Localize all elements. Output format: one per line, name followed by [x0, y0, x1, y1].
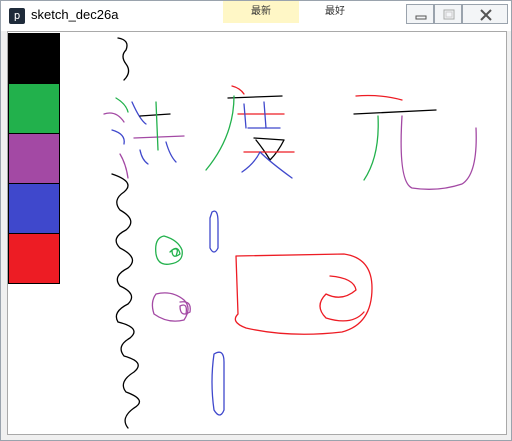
processing-app-icon: p: [9, 8, 25, 24]
stroke-purple: [103, 112, 125, 123]
stroke-black: [117, 37, 130, 81]
stroke-purple: [400, 115, 477, 190]
minimize-button[interactable]: [406, 4, 434, 24]
stroke-black: [227, 95, 283, 99]
stroke-black: [353, 109, 437, 115]
stroke-purple: [133, 135, 185, 139]
stroke-blue: [243, 101, 267, 129]
stroke-black: [111, 173, 141, 429]
window-title: sketch_dec26a: [31, 7, 119, 22]
background-tab-1: 最新: [223, 1, 299, 23]
stroke-green: [205, 95, 235, 171]
sketch-canvas-area[interactable]: [7, 31, 507, 435]
stroke-red: [319, 275, 365, 322]
stroke-purple: [179, 301, 191, 315]
stroke-green: [169, 247, 181, 257]
stroke-red: [231, 85, 245, 95]
maximize-icon: [443, 9, 455, 20]
close-button[interactable]: [462, 4, 508, 24]
stroke-purple: [119, 153, 129, 179]
close-icon: [480, 9, 492, 21]
stroke-black: [253, 137, 285, 161]
title-bar[interactable]: p sketch_dec26a 最新 最好: [1, 1, 511, 31]
stroke-green: [115, 97, 129, 113]
stroke-blue: [211, 351, 225, 416]
app-window: p sketch_dec26a 最新 最好: [0, 0, 512, 441]
minimize-icon: [415, 15, 427, 20]
background-tab-2: 最好: [325, 6, 345, 17]
maximize-button[interactable]: [434, 4, 462, 24]
stroke-red: [234, 253, 373, 335]
stroke-blue: [209, 210, 219, 253]
drawing-surface[interactable]: [8, 32, 506, 434]
stroke-blue: [131, 101, 147, 125]
stroke-red: [355, 94, 403, 101]
stroke-blue: [111, 129, 125, 145]
stroke-black: [139, 113, 171, 117]
stroke-green: [363, 115, 379, 181]
stroke-purple: [151, 292, 189, 322]
stroke-green: [155, 101, 159, 151]
